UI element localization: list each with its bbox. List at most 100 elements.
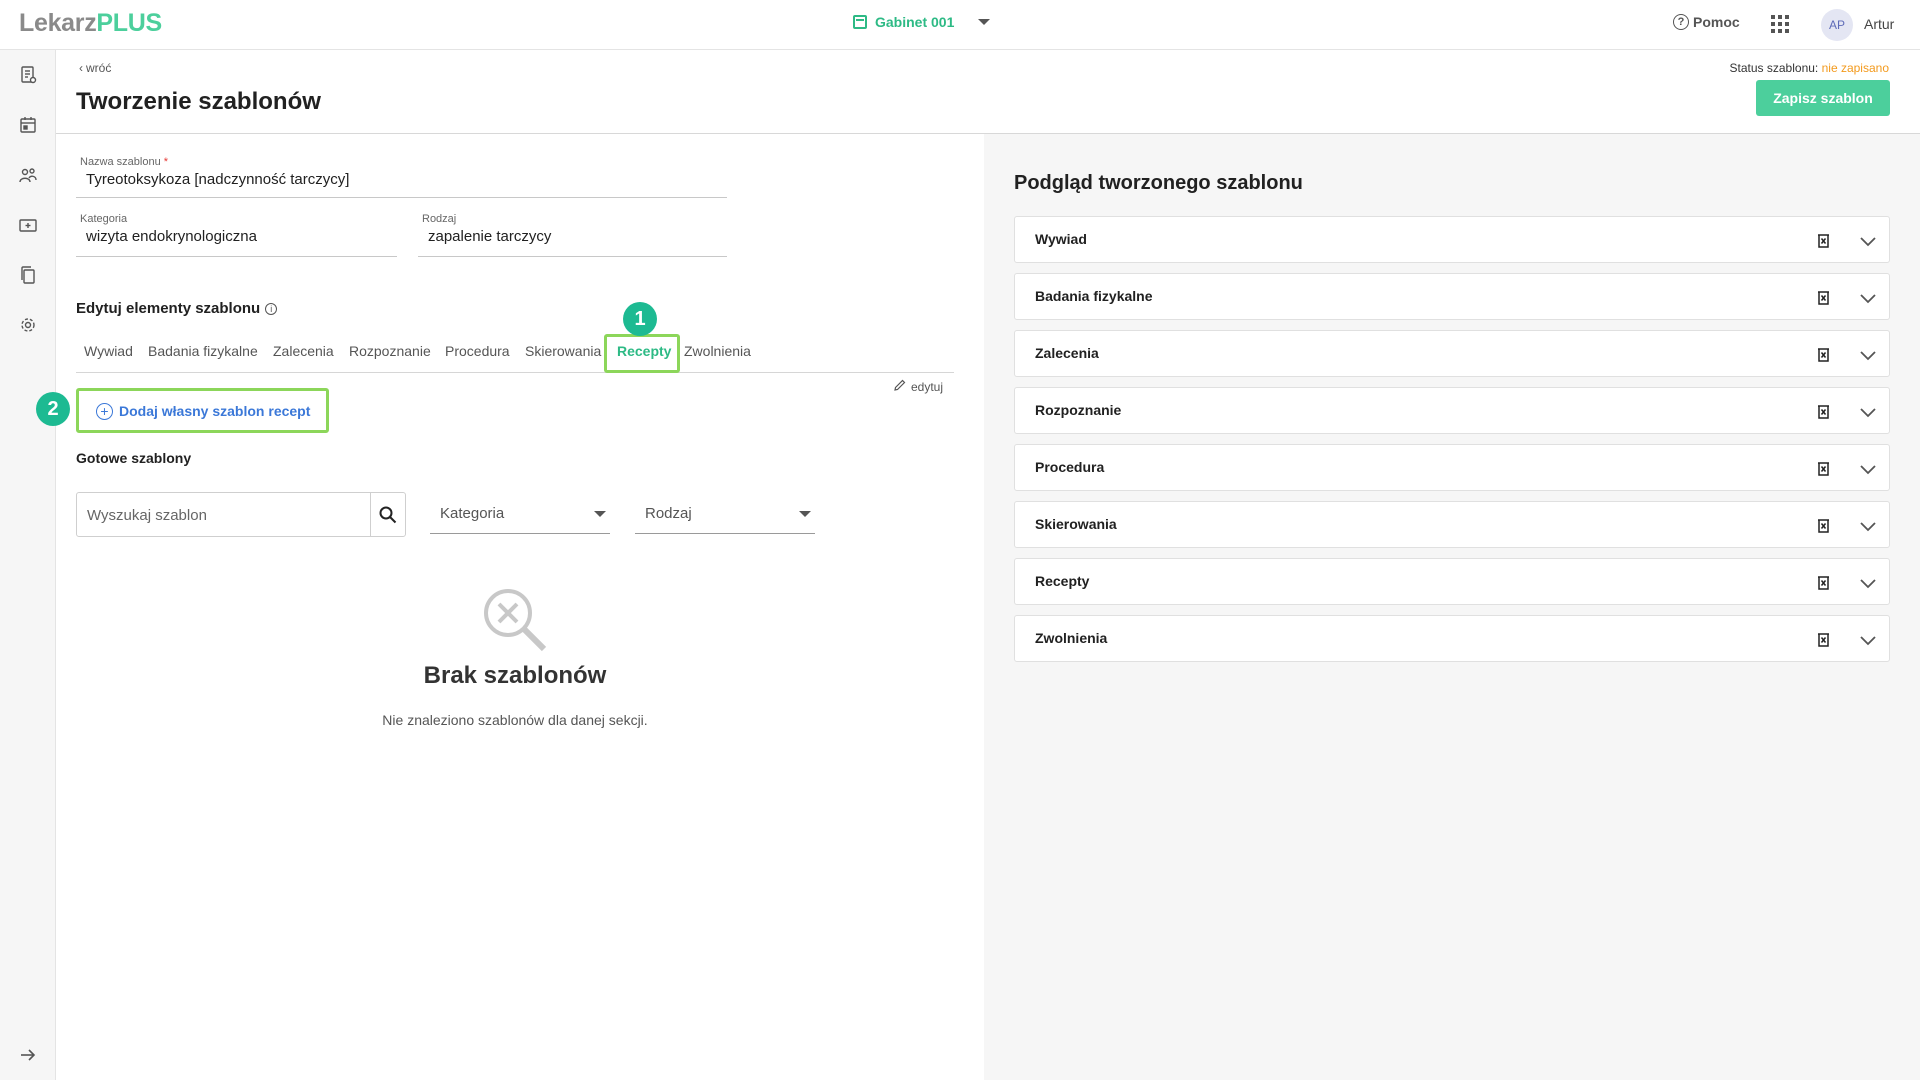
category-select-label: Kategoria xyxy=(440,505,505,522)
tab-zalecenia[interactable]: Zalecenia xyxy=(273,343,334,359)
preview-section-skierowania[interactable]: Skierowania xyxy=(1014,501,1890,548)
template-search-input[interactable]: Wyszukaj szablon xyxy=(76,492,406,537)
chevron-left-icon: ‹ xyxy=(79,61,83,75)
settings-icon[interactable] xyxy=(18,315,38,335)
copy-icon[interactable] xyxy=(18,265,38,285)
status-value: nie zapisano xyxy=(1821,61,1889,75)
category-label: Kategoria xyxy=(80,213,128,225)
preview-section-label: Zalecenia xyxy=(1035,345,1099,361)
ready-templates-title: Gotowe szablony xyxy=(76,450,192,466)
chevron-down-icon[interactable] xyxy=(1859,631,1877,649)
preview-section-zalecenia[interactable]: Zalecenia xyxy=(1014,330,1890,377)
chevron-down-icon[interactable] xyxy=(1859,346,1877,364)
search-placeholder: Wyszukaj szablon xyxy=(87,507,207,524)
patients-icon[interactable] xyxy=(18,165,38,185)
user-name[interactable]: Artur xyxy=(1864,16,1894,32)
template-name-field[interactable]: Nazwa szablonu * Tyreotoksykoza [nadczyn… xyxy=(76,156,727,198)
chevron-down-icon[interactable] xyxy=(1859,460,1877,478)
chevron-down-icon[interactable] xyxy=(1859,289,1877,307)
type-label: Rodzaj xyxy=(422,213,457,225)
category-field[interactable]: Kategoria wizyta endokrynologiczna xyxy=(76,213,397,257)
dropdown-arrow-icon xyxy=(799,511,811,517)
calendar-icon xyxy=(853,15,867,29)
help-label: Pomoc xyxy=(1693,14,1740,30)
preview-section-label: Procedura xyxy=(1035,459,1105,475)
tab-procedura[interactable]: Procedura xyxy=(445,343,510,359)
add-prescription-template-button[interactable]: + Dodaj własny szablon recept xyxy=(79,393,324,429)
chevron-down-icon[interactable] xyxy=(1859,574,1877,592)
highlight-recepty-tab xyxy=(604,334,680,373)
preview-section-procedura[interactable]: Procedura xyxy=(1014,444,1890,491)
app-logo[interactable]: LekarzPLUS xyxy=(19,9,162,38)
step-badge-1: 1 xyxy=(623,302,657,336)
save-template-button[interactable]: Zapisz szablon xyxy=(1756,80,1890,116)
search-icon[interactable] xyxy=(370,493,405,536)
back-link[interactable]: ‹ wróć xyxy=(79,61,111,75)
edit-link[interactable]: edytuj xyxy=(893,378,943,395)
preview-title: Podgląd tworzonego szablonu xyxy=(1014,172,1303,194)
preview-section-recepty[interactable]: Recepty xyxy=(1014,558,1890,605)
page-title: Tworzenie szablonów xyxy=(76,88,321,115)
tab-wywiad[interactable]: Wywiad xyxy=(84,343,133,359)
preview-section-zwolnienia[interactable]: Zwolnienia xyxy=(1014,615,1890,662)
dropdown-arrow-icon xyxy=(594,511,606,517)
trash-icon[interactable] xyxy=(1815,346,1832,363)
chevron-down-icon xyxy=(978,19,991,25)
edit-label: edytuj xyxy=(911,379,944,394)
trash-icon[interactable] xyxy=(1815,232,1832,249)
trash-icon[interactable] xyxy=(1815,403,1832,420)
preview-section-label: Recepty xyxy=(1035,573,1090,589)
category-value: wizyta endokrynologiczna xyxy=(86,228,257,245)
trash-icon[interactable] xyxy=(1815,460,1832,477)
gabinet-selector[interactable]: Gabinet 001 xyxy=(853,14,991,30)
back-label: wróć xyxy=(86,61,112,75)
document-icon[interactable] xyxy=(18,65,38,85)
status-label: Status szablonu: xyxy=(1729,61,1819,75)
pencil-icon xyxy=(893,378,907,395)
trash-icon[interactable] xyxy=(1815,517,1832,534)
tab-rozpoznanie[interactable]: Rozpoznanie xyxy=(349,343,431,359)
calendar-icon[interactable] xyxy=(18,115,38,135)
trash-icon[interactable] xyxy=(1815,631,1832,648)
tab-zwolnienia[interactable]: Zwolnienia xyxy=(684,343,751,359)
no-results-search-icon xyxy=(480,585,550,655)
preview-section-label: Zwolnienia xyxy=(1035,630,1108,646)
tab-badania-fizykalne[interactable]: Badania fizykalne xyxy=(148,343,258,359)
type-select-label: Rodzaj xyxy=(645,505,692,522)
preview-section-label: Wywiad xyxy=(1035,231,1087,247)
gabinet-label: Gabinet 001 xyxy=(875,14,955,30)
type-field[interactable]: Rodzaj zapalenie tarczycy xyxy=(418,213,727,257)
chevron-down-icon[interactable] xyxy=(1859,403,1877,421)
tab-skierowania[interactable]: Skierowania xyxy=(525,343,601,359)
logo-part-2: PLUS xyxy=(96,9,162,37)
medical-case-icon[interactable] xyxy=(18,215,38,235)
expand-arrow-icon[interactable] xyxy=(18,1045,38,1065)
add-button-label: Dodaj własny szablon recept xyxy=(119,403,311,419)
logo-part-1: Lekarz xyxy=(19,9,97,37)
top-bar: LekarzPLUS Gabinet 001 ? Pomoc AP Artur xyxy=(0,0,1920,50)
plus-circle-icon: + xyxy=(96,402,113,420)
empty-state-subtitle: Nie znaleziono szablonów dla danej sekcj… xyxy=(382,712,648,728)
preview-section-label: Rozpoznanie xyxy=(1035,402,1122,418)
step-badge-2: 2 xyxy=(36,392,70,426)
template-name-label: Nazwa szablonu * xyxy=(80,156,169,168)
template-status: Status szablonu: nie zapisano xyxy=(1730,61,1889,75)
preview-section-badania-fizykalne[interactable]: Badania fizykalne xyxy=(1014,273,1890,320)
side-rail xyxy=(0,50,56,1080)
category-select[interactable]: Kategoria xyxy=(430,492,610,534)
type-value: zapalenie tarczycy xyxy=(428,228,552,245)
trash-icon[interactable] xyxy=(1815,289,1832,306)
avatar[interactable]: AP xyxy=(1821,9,1853,41)
apps-grid-icon[interactable] xyxy=(1771,15,1789,33)
preview-section-label: Skierowania xyxy=(1035,516,1117,532)
preview-section-rozpoznanie[interactable]: Rozpoznanie xyxy=(1014,387,1890,434)
help-button[interactable]: ? Pomoc xyxy=(1673,14,1740,30)
help-icon: ? xyxy=(1673,14,1689,30)
type-select[interactable]: Rodzaj xyxy=(635,492,815,534)
info-icon[interactable]: i xyxy=(265,302,278,315)
trash-icon[interactable] xyxy=(1815,574,1832,591)
chevron-down-icon[interactable] xyxy=(1859,232,1877,250)
empty-state-title: Brak szablonów xyxy=(423,662,607,689)
preview-section-wywiad[interactable]: Wywiad xyxy=(1014,216,1890,263)
chevron-down-icon[interactable] xyxy=(1859,517,1877,535)
